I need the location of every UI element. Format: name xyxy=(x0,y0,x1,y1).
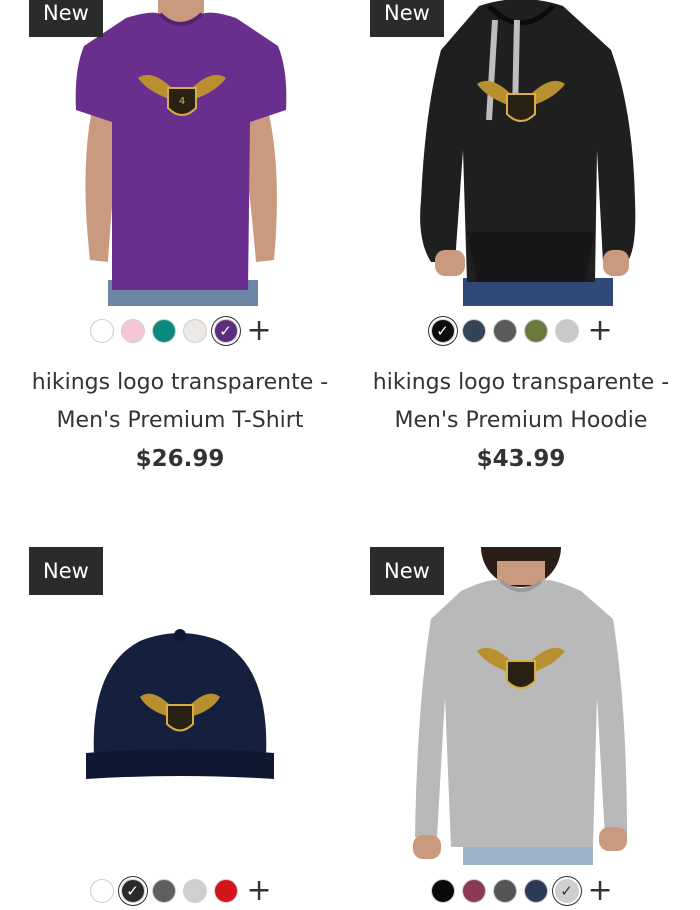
color-swatch-pink[interactable] xyxy=(120,319,145,343)
new-badge: New xyxy=(370,0,444,37)
product-price: $43.99 xyxy=(476,446,566,472)
more-colors-button[interactable]: + xyxy=(247,876,272,906)
color-swatch-purple[interactable]: ✓ xyxy=(213,319,238,343)
color-swatch-dark-gray[interactable] xyxy=(151,879,176,903)
check-icon: ✓ xyxy=(560,881,573,900)
color-swatch-black[interactable] xyxy=(430,879,455,903)
product-image-hoodie[interactable] xyxy=(371,0,671,306)
color-swatch-black[interactable]: ✓ xyxy=(120,879,145,903)
color-swatch-charcoal[interactable] xyxy=(492,319,517,343)
more-colors-button[interactable]: + xyxy=(247,316,272,346)
check-icon: ✓ xyxy=(219,321,232,340)
color-swatch-teal[interactable] xyxy=(151,319,176,343)
color-swatch-olive[interactable] xyxy=(523,319,548,343)
check-icon: ✓ xyxy=(126,881,139,900)
color-swatch-heather-gray[interactable]: ✓ xyxy=(554,879,579,903)
product-title-line2: Men's Premium T-Shirt xyxy=(56,408,304,433)
more-colors-button[interactable]: + xyxy=(588,876,613,906)
new-badge: New xyxy=(370,547,444,595)
color-swatches: ✓ + xyxy=(371,876,671,906)
color-swatches: ✓ + xyxy=(30,876,330,906)
color-swatch-navy[interactable] xyxy=(523,879,548,903)
more-colors-button[interactable]: + xyxy=(588,316,613,346)
product-title-line1: hikings logo transparente - xyxy=(372,370,670,395)
color-swatch-white[interactable] xyxy=(89,319,114,343)
color-swatch-light-gray[interactable] xyxy=(182,879,207,903)
color-swatch-red[interactable] xyxy=(213,879,238,903)
color-swatch-burgundy[interactable] xyxy=(461,879,486,903)
product-title-line1: hikings logo transparente - xyxy=(31,370,329,395)
product-title[interactable]: hikings logo transparente - Men's Premiu… xyxy=(20,364,340,440)
color-swatches: ✓ + xyxy=(371,316,671,346)
color-swatch-gray[interactable] xyxy=(554,319,579,343)
color-swatch-black[interactable]: ✓ xyxy=(430,319,455,343)
product-title-line2: Men's Premium Hoodie xyxy=(394,408,648,433)
cap-shape xyxy=(93,633,267,757)
product-title[interactable]: hikings logo transparente - Men's Premiu… xyxy=(361,364,681,440)
color-swatches: ✓ + xyxy=(30,316,330,346)
new-badge: New xyxy=(29,547,103,595)
check-icon: ✓ xyxy=(436,321,449,340)
color-swatch-white[interactable] xyxy=(89,879,114,903)
color-swatch-navy[interactable] xyxy=(461,319,486,343)
long-sleeve-shape xyxy=(415,580,627,847)
product-price: $26.99 xyxy=(135,446,225,472)
svg-text:4: 4 xyxy=(179,96,185,107)
color-swatch-charcoal[interactable] xyxy=(492,879,517,903)
new-badge: New xyxy=(29,0,103,37)
product-image-tshirt[interactable]: 4 xyxy=(30,0,330,306)
color-swatch-light-gray[interactable] xyxy=(182,319,207,343)
